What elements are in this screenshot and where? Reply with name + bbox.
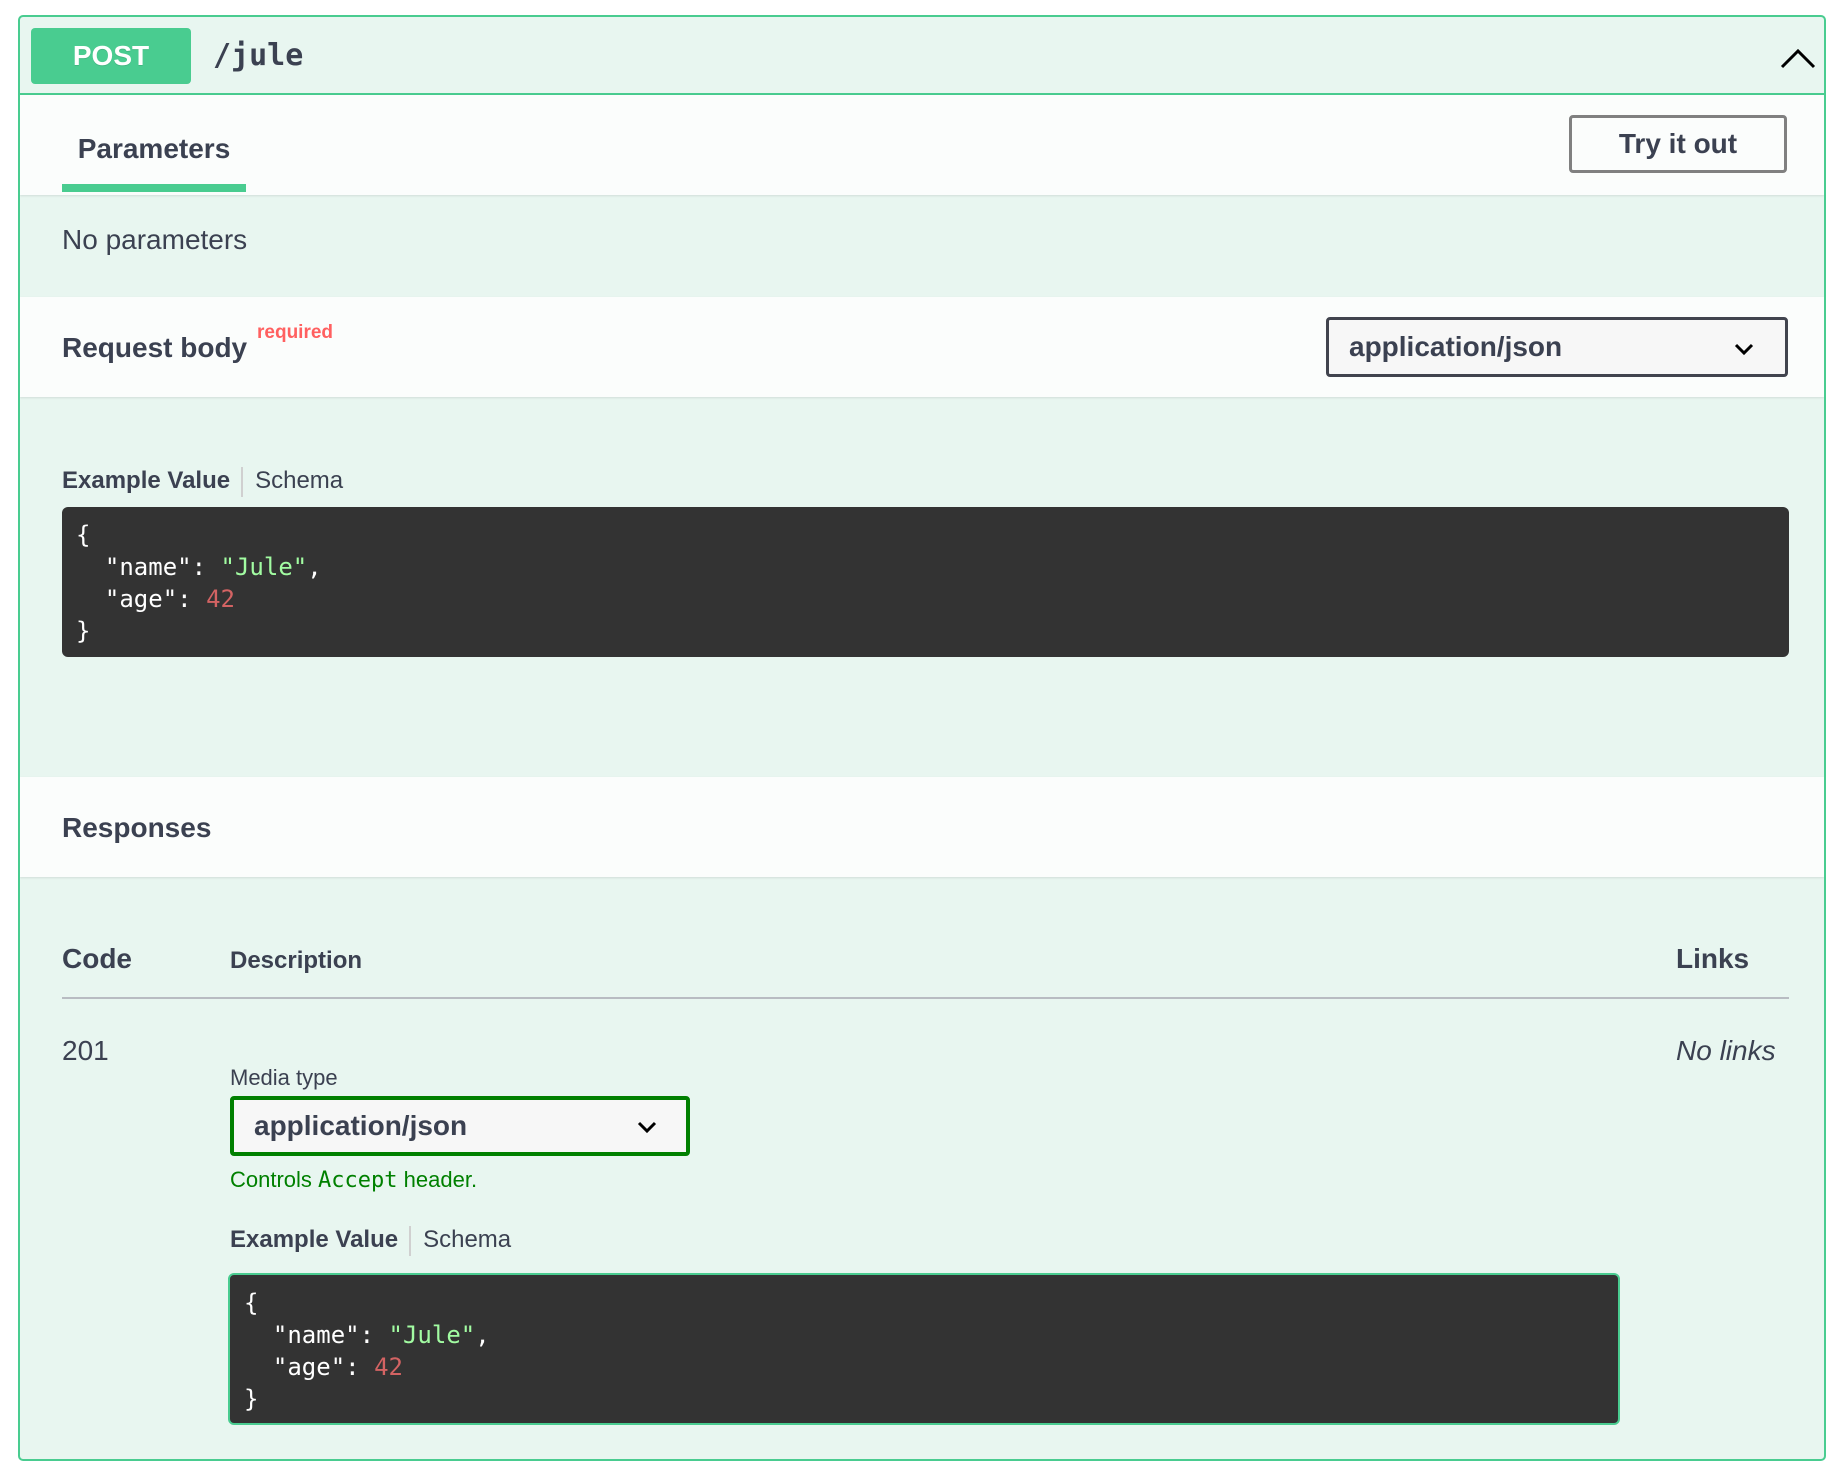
accept-header-hint: Controls Accept header. [230,1165,477,1196]
operation-path: /jule [213,38,304,73]
operation-summary[interactable]: POST /jule [20,17,1824,95]
code-value-name: "Jule" [388,1321,476,1349]
code-brace-close: } [244,1385,259,1413]
chevron-down-icon [637,1121,657,1134]
tab-divider [241,466,244,497]
responses-title: Responses [62,812,212,843]
tab-example-value[interactable]: Example Value [230,1226,398,1253]
hint-prefix: Controls [230,1167,312,1192]
code-brace-open: { [76,521,91,549]
tab-schema[interactable]: Schema [423,1226,511,1253]
method-badge: POST [31,28,191,84]
response-code: 201 [62,1035,109,1066]
parameters-header: Parameters Try it out [20,95,1824,195]
tab-schema[interactable]: Schema [255,467,343,494]
response-media-type-select[interactable]: application/json [230,1096,690,1156]
request-body-header: Request body required application/json [20,297,1824,397]
request-example-code: { "name": "Jule", "age": 42 } [62,507,1789,657]
responses-header: Responses [20,777,1824,877]
column-header-description: Description [230,947,363,974]
tab-parameters[interactable]: Parameters [62,95,246,195]
table-header-divider [62,997,1789,999]
column-header-links: Links [1676,943,1750,974]
code-key-age: "age" [104,585,178,613]
code-key-name: "name" [272,1321,360,1349]
tab-example-value[interactable]: Example Value [62,467,230,494]
response-example-tabs: Example Value Schema [230,1225,511,1256]
tab-divider [409,1225,412,1256]
tab-parameters-label: Parameters [77,133,231,164]
operation-block-post-jule: POST /jule Parameters Try it out No para… [18,15,1826,1461]
media-type-label: Media type [230,1065,338,1090]
code-key-age: "age" [272,1353,346,1381]
tab-active-indicator [62,184,246,192]
request-body-title: Request body [62,332,248,363]
response-links: No links [1676,1035,1776,1066]
required-badge: required [257,322,334,343]
code-value-age: 42 [374,1353,403,1381]
no-parameters-text: No parameters [62,224,248,255]
try-it-out-button[interactable]: Try it out [1569,115,1787,173]
hint-code: Accept [318,1168,398,1193]
request-content-type-select[interactable]: application/json [1326,317,1788,377]
chevron-up-icon[interactable] [1778,41,1818,73]
request-example-tabs: Example Value Schema [62,466,343,497]
chevron-down-icon [1734,343,1754,356]
code-key-name: "name" [104,553,192,581]
code-value-name: "Jule" [220,553,308,581]
response-example-code: { "name": "Jule", "age": 42 } [228,1273,1620,1425]
hint-suffix: header. [403,1167,478,1192]
response-media-type-value: application/json [254,1110,468,1141]
request-content-type-value: application/json [1349,331,1563,362]
code-brace-open: { [244,1289,259,1317]
code-value-age: 42 [206,585,235,613]
column-header-code: Code [62,943,132,974]
code-brace-close: } [76,617,91,645]
